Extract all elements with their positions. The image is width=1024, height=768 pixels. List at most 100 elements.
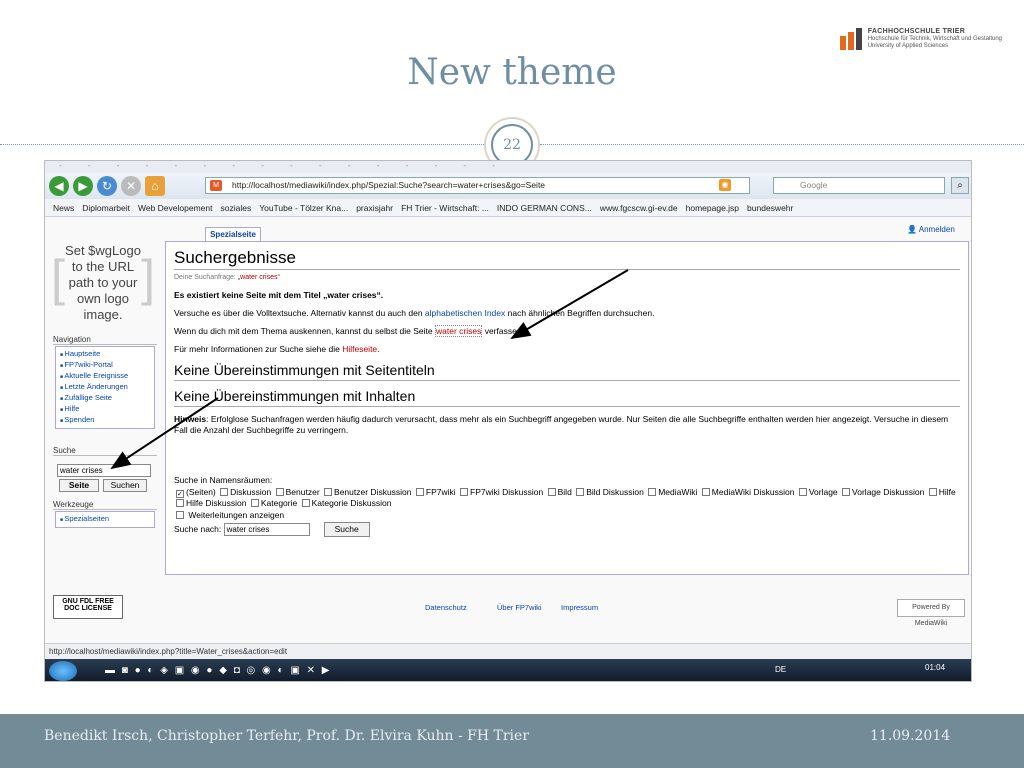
sidebar-item[interactable]: Hauptseite xyxy=(60,349,150,360)
sidebar-item[interactable]: Spenden xyxy=(60,415,150,426)
window-titlebar: - - - - - - - - - - - - - - - - xyxy=(45,161,971,173)
namespace-checkbox[interactable] xyxy=(928,488,937,496)
namespace-option: Bild xyxy=(546,487,575,497)
tools-list: Spezialseiten xyxy=(55,511,155,528)
namespace-label: FP7wiki xyxy=(425,487,456,497)
alpha-index-link[interactable]: alphabetischen Index xyxy=(425,308,505,318)
namespace-checkbox[interactable] xyxy=(576,488,585,496)
redirects-checkbox[interactable] xyxy=(176,511,184,519)
wiki-page: [] Set $wgLogo to the URL path to your ow… xyxy=(45,217,971,643)
p3-a: Für mehr Informationen zur Suche siehe d… xyxy=(174,344,343,354)
mediawiki-badge[interactable]: Powered By MediaWiki xyxy=(897,599,965,627)
start-button[interactable] xyxy=(49,661,77,681)
fulltext-hint: Versuche es über die Volltextsuche. Alte… xyxy=(174,308,960,319)
search-submit-button[interactable]: Suche xyxy=(323,522,370,537)
footer-date: 11.09.2014 xyxy=(870,728,951,744)
taskbar-app-icons[interactable]: ▬ ◙ ● ◐ ◈ ▣ ◉ ● ◆ ◘ ◎ ◉ ◐ ▣ ✕ ▶ xyxy=(105,665,331,676)
namespace-option: Hilfe xyxy=(927,487,956,497)
bookmark-item[interactable]: www.fgcscw.gi-ev.de xyxy=(600,203,678,213)
home-icon[interactable]: ⌂ xyxy=(145,176,165,196)
rss-icon[interactable]: ◉ xyxy=(719,179,731,191)
sidebar-item[interactable]: Letzte Änderungen xyxy=(60,382,150,393)
taskbar: ▬ ◙ ● ◐ ◈ ▣ ◉ ● ◆ ◘ ◎ ◉ ◐ ▣ ✕ ▶ DE 01:04 xyxy=(45,659,971,681)
logo-sub2: University of Applied Sciences xyxy=(867,43,949,49)
namespace-checkbox[interactable] xyxy=(324,488,333,496)
wiki-logo[interactable]: [] Set $wgLogo to the URL path to your ow… xyxy=(51,237,155,322)
url-text: http://localhost/mediawiki/index.php/Spe… xyxy=(232,180,546,190)
bookmark-item[interactable]: praxisjahr xyxy=(356,203,393,213)
namespace-checkbox[interactable] xyxy=(547,488,556,496)
namespace-option: ✓ (Seiten) xyxy=(174,487,218,498)
namespace-option: Kategorie Diskussion xyxy=(300,498,391,508)
namespace-label: MediaWiki xyxy=(658,487,698,497)
logo-name: FACHHOCHSCHULE TRIER xyxy=(867,28,966,35)
bookmark-item[interactable]: FH Trier - Wirtschaft: ... xyxy=(401,203,489,213)
bookmark-item[interactable]: bundeswehr xyxy=(747,203,793,213)
no-content-matches-heading: Keine Übereinstimmungen mit Inhalten xyxy=(174,388,960,407)
namespace-label: Kategorie xyxy=(260,498,298,508)
query-info: Deine Suchanfrage: „water crises“ xyxy=(174,274,960,281)
namespace-checkbox[interactable] xyxy=(842,488,851,496)
browser-screenshot: - - - - - - - - - - - - - - - - ◀ ▶ ↻ ✕ … xyxy=(44,160,972,682)
namespace-option: Diskussion xyxy=(218,487,273,497)
namespace-option: Benutzer Diskussion xyxy=(322,487,414,497)
namespace-checkbox[interactable] xyxy=(301,499,310,507)
sidebar-item[interactable]: Hilfe xyxy=(60,404,150,415)
namespace-option: Vorlage Diskussion xyxy=(840,487,927,497)
create-page-link[interactable]: water crises xyxy=(434,325,483,337)
namespace-checkbox[interactable] xyxy=(275,488,284,496)
sidebar-item[interactable]: FP7wiki-Portal xyxy=(60,360,150,371)
bookmark-item[interactable]: homepage.jsp xyxy=(686,203,739,213)
namespace-checkbox[interactable] xyxy=(250,499,259,507)
reload-icon[interactable]: ↻ xyxy=(97,176,117,196)
google-search-input[interactable]: Google xyxy=(773,177,945,194)
login-link[interactable]: 👤 Anmelden xyxy=(907,225,955,234)
search-button[interactable]: Suchen xyxy=(103,479,147,492)
namespace-checkbox[interactable] xyxy=(460,488,469,496)
query-link[interactable]: „water crises“ xyxy=(238,274,280,281)
page-button[interactable]: Seite xyxy=(59,479,99,492)
namespace-option: FP7wiki Diskussion xyxy=(458,487,546,497)
namespace-checkbox[interactable] xyxy=(648,488,657,496)
help-hint: Für mehr Informationen zur Suche siehe d… xyxy=(174,344,380,354)
namespace-checkbox[interactable] xyxy=(220,488,229,496)
bookmark-item[interactable]: News xyxy=(53,203,74,213)
bookmark-item[interactable]: soziales xyxy=(220,203,251,213)
footer-links: Datenschutz Über FP7wiki Impressum xyxy=(45,587,971,612)
bookmark-item[interactable]: Diplomarbeit xyxy=(82,203,130,213)
help-page-link[interactable]: Hilfeseite xyxy=(342,344,377,354)
search-icon[interactable]: ⌕ xyxy=(951,177,969,194)
namespace-checkbox[interactable] xyxy=(415,488,424,496)
redirects-label: Weiterleitungen anzeigen xyxy=(188,510,285,520)
p1-a: Versuche es über die Volltextsuche. Alte… xyxy=(174,308,425,318)
title-divider-left xyxy=(0,144,484,145)
url-input[interactable]: Mhttp://localhost/mediawiki/index.php/Sp… xyxy=(205,177,750,194)
footer-link[interactable]: Über FP7wiki xyxy=(497,603,542,612)
create-page-hint: Wenn du dich mit dem Thema auskennen, ka… xyxy=(174,325,960,337)
footer-link[interactable]: Datenschutz xyxy=(425,603,467,612)
namespace-checkbox[interactable] xyxy=(176,499,184,507)
namespace-checkbox[interactable] xyxy=(798,488,807,496)
back-icon[interactable]: ◀ xyxy=(49,176,69,196)
namespace-label: FP7wiki Diskussion xyxy=(470,487,544,497)
namespace-checkbox[interactable] xyxy=(701,488,710,496)
bookmarks-bar: News Diplomarbeit Web Developement soziales… xyxy=(45,199,971,217)
forward-icon[interactable]: ▶ xyxy=(73,176,93,196)
stop-icon[interactable]: ✕ xyxy=(121,176,141,196)
query-prefix: Deine Suchanfrage: xyxy=(174,274,238,281)
wiki-logo-text: Set $wgLogo to the URL path to your own … xyxy=(65,243,141,322)
bookmark-item[interactable]: YouTube - Tölzer Kna... xyxy=(259,203,348,213)
sidebar-item[interactable]: Aktuelle Ereignisse xyxy=(60,371,150,382)
sidebar-item[interactable]: Zufällige Seite xyxy=(60,393,150,404)
namespace-checkbox[interactable]: ✓ xyxy=(176,490,184,498)
namespace-label: Hilfe Diskussion xyxy=(186,498,247,508)
tab-spezialseite[interactable]: Spezialseite xyxy=(205,227,261,241)
bookmark-item[interactable]: Web Developement xyxy=(138,203,213,213)
language-indicator[interactable]: DE xyxy=(775,665,786,674)
footer-link[interactable]: Impressum xyxy=(561,603,598,612)
bookmark-item[interactable]: INDO GERMAN CONS... xyxy=(497,203,592,213)
search-for-input[interactable]: water crises xyxy=(223,523,310,536)
sidebar-search-input[interactable]: water crises xyxy=(57,464,151,477)
sidebar-item[interactable]: Spezialseiten xyxy=(60,514,150,525)
no-title-matches-heading: Keine Übereinstimmungen mit Seitentiteln xyxy=(174,362,960,381)
